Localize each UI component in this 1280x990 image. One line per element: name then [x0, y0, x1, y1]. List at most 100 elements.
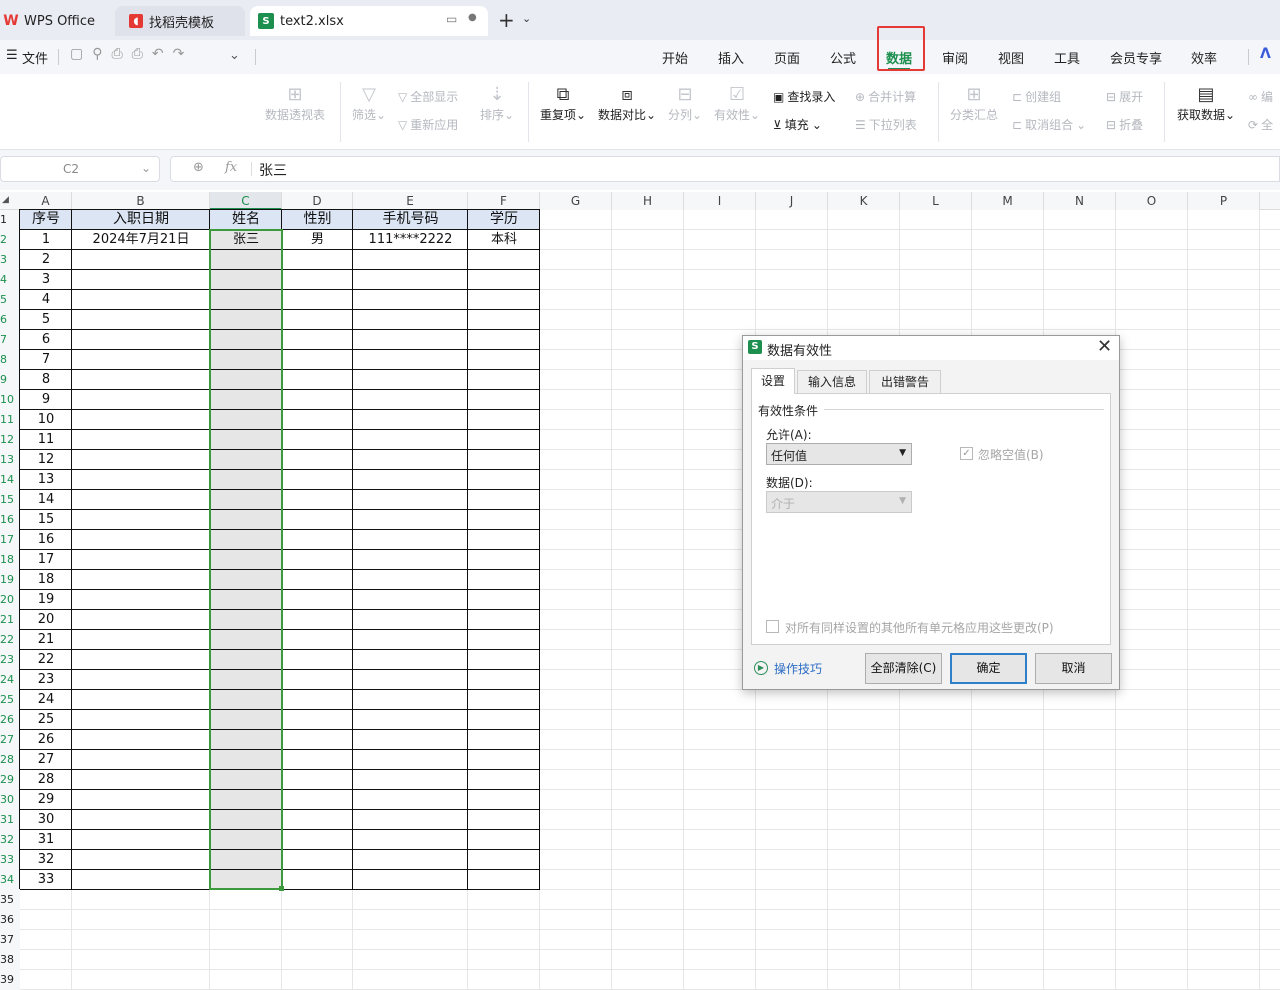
seq-cell[interactable]: 2	[20, 250, 72, 270]
column-header-L[interactable]: L	[900, 192, 972, 210]
subtotal-button[interactable]: ⊞ 分类汇总	[950, 84, 998, 123]
row-header[interactable]: 38	[0, 950, 20, 970]
menu-file[interactable]: 文件	[22, 48, 48, 67]
fx-icon[interactable]: fx	[225, 160, 237, 175]
data-cell[interactable]: 1	[20, 230, 72, 250]
close-icon[interactable]: ✕	[1097, 336, 1112, 357]
row-header[interactable]: 17	[0, 530, 20, 550]
tab-settings[interactable]: 设置	[751, 368, 795, 394]
apply-all-checkbox[interactable]	[766, 620, 779, 633]
tab-template[interactable]: ◖ 找稻壳模板	[115, 6, 245, 36]
column-header-B[interactable]: B	[72, 192, 210, 210]
seq-cell[interactable]: 7	[20, 350, 72, 370]
tab-input-info[interactable]: 输入信息	[797, 370, 867, 394]
menu-home[interactable]: 开始	[662, 48, 688, 67]
row-header[interactable]: 2	[0, 230, 20, 250]
name-box[interactable]: C2 ⌄	[0, 156, 160, 182]
menu-tools[interactable]: 工具	[1054, 48, 1080, 67]
column-header-P[interactable]: P	[1188, 192, 1260, 210]
menu-review[interactable]: 审阅	[942, 48, 968, 67]
seq-cell[interactable]: 30	[20, 810, 72, 830]
row-header[interactable]: 3	[0, 250, 20, 270]
menu-efficiency[interactable]: 效率	[1191, 48, 1217, 67]
screen-icon[interactable]: ▭	[446, 12, 457, 26]
column-header-D[interactable]: D	[282, 192, 353, 210]
seq-cell[interactable]: 6	[20, 330, 72, 350]
column-header-A[interactable]: A	[20, 192, 72, 210]
seq-cell[interactable]: 26	[20, 730, 72, 750]
column-header-M[interactable]: M	[972, 192, 1044, 210]
seq-cell[interactable]: 24	[20, 690, 72, 710]
validity-button[interactable]: ☑ 有效性⌄	[714, 84, 760, 123]
tab-wps-office[interactable]: W WPS Office	[3, 6, 110, 36]
header-cell[interactable]: 入职日期	[72, 210, 210, 230]
dropdown-list-button[interactable]: ☰ 下拉列表	[855, 116, 917, 133]
row-header[interactable]: 21	[0, 610, 20, 630]
column-header-F[interactable]: F	[468, 192, 540, 210]
row-header[interactable]: 14	[0, 470, 20, 490]
column-header-O[interactable]: O	[1116, 192, 1188, 210]
row-header[interactable]: 12	[0, 430, 20, 450]
seq-cell[interactable]: 3	[20, 270, 72, 290]
column-header-G[interactable]: G	[540, 192, 612, 210]
column-header-I[interactable]: I	[684, 192, 756, 210]
clear-all-button[interactable]: 全部清除(C)	[865, 653, 942, 684]
data-cell[interactable]: 男	[282, 230, 353, 250]
row-header[interactable]: 28	[0, 750, 20, 770]
tips-link[interactable]: 操作技巧	[774, 660, 822, 677]
ignore-blank-checkbox[interactable]: ✓	[960, 447, 973, 460]
row-header[interactable]: 9	[0, 370, 20, 390]
show-all-button[interactable]: ▽ 全部显示	[398, 88, 458, 105]
quick-access-more-icon[interactable]: ⌄	[229, 48, 240, 63]
filter-button[interactable]: ▽ 筛选⌄	[352, 84, 386, 123]
seq-cell[interactable]: 11	[20, 430, 72, 450]
compare-button[interactable]: ⧈ 数据对比⌄	[598, 84, 656, 123]
header-cell[interactable]: 序号	[20, 210, 72, 230]
row-header[interactable]: 33	[0, 850, 20, 870]
formula-input[interactable]: ⊕ fx 张三	[170, 156, 1280, 182]
row-header[interactable]: 26	[0, 710, 20, 730]
seq-cell[interactable]: 5	[20, 310, 72, 330]
seq-cell[interactable]: 25	[20, 710, 72, 730]
zoom-icon[interactable]: ⊕	[193, 160, 204, 175]
seq-cell[interactable]: 17	[20, 550, 72, 570]
seq-cell[interactable]: 10	[20, 410, 72, 430]
column-header-H[interactable]: H	[612, 192, 684, 210]
ai-icon[interactable]: Λ	[1260, 46, 1271, 62]
column-header-K[interactable]: K	[828, 192, 900, 210]
row-header[interactable]: 29	[0, 770, 20, 790]
row-header[interactable]: 25	[0, 690, 20, 710]
row-header[interactable]: 39	[0, 970, 20, 990]
row-header[interactable]: 7	[0, 330, 20, 350]
row-header[interactable]: 34	[0, 870, 20, 890]
data-cell[interactable]: 2024年7月21日	[72, 230, 210, 250]
pivot-table-button[interactable]: ⊞ 数据透视表	[265, 84, 325, 123]
column-header-E[interactable]: E	[353, 192, 468, 210]
seq-cell[interactable]: 4	[20, 290, 72, 310]
seq-cell[interactable]: 33	[20, 870, 72, 890]
row-header[interactable]: 19	[0, 570, 20, 590]
chevron-down-icon[interactable]: ⌄	[522, 12, 531, 25]
expand-button[interactable]: ⊟ 展开	[1106, 88, 1143, 105]
seq-cell[interactable]: 16	[20, 530, 72, 550]
new-tab-icon[interactable]: +	[498, 8, 515, 32]
seq-cell[interactable]: 19	[20, 590, 72, 610]
data-cell[interactable]: 本科	[468, 230, 540, 250]
seq-cell[interactable]: 9	[20, 390, 72, 410]
tab-text2[interactable]: S text2.xlsx ▭ ●	[250, 6, 488, 36]
menu-page[interactable]: 页面	[774, 48, 800, 67]
column-header-J[interactable]: J	[756, 192, 828, 210]
row-header[interactable]: 27	[0, 730, 20, 750]
seq-cell[interactable]: 27	[20, 750, 72, 770]
row-header[interactable]: 4	[0, 270, 20, 290]
select-all-icon[interactable]: ◢	[2, 195, 9, 205]
collapse-button[interactable]: ⊟ 折叠	[1106, 116, 1143, 133]
row-header[interactable]: 5	[0, 290, 20, 310]
row-header[interactable]: 10	[0, 390, 20, 410]
tab-error-alert[interactable]: 出错警告	[869, 370, 941, 394]
row-header[interactable]: 8	[0, 350, 20, 370]
create-group-button[interactable]: ⊏ 创建组	[1012, 88, 1061, 105]
menu-member[interactable]: 会员专享	[1110, 48, 1162, 67]
header-cell[interactable]: 姓名	[210, 210, 282, 230]
merge-calc-button[interactable]: ⊕ 合并计算	[855, 88, 916, 105]
